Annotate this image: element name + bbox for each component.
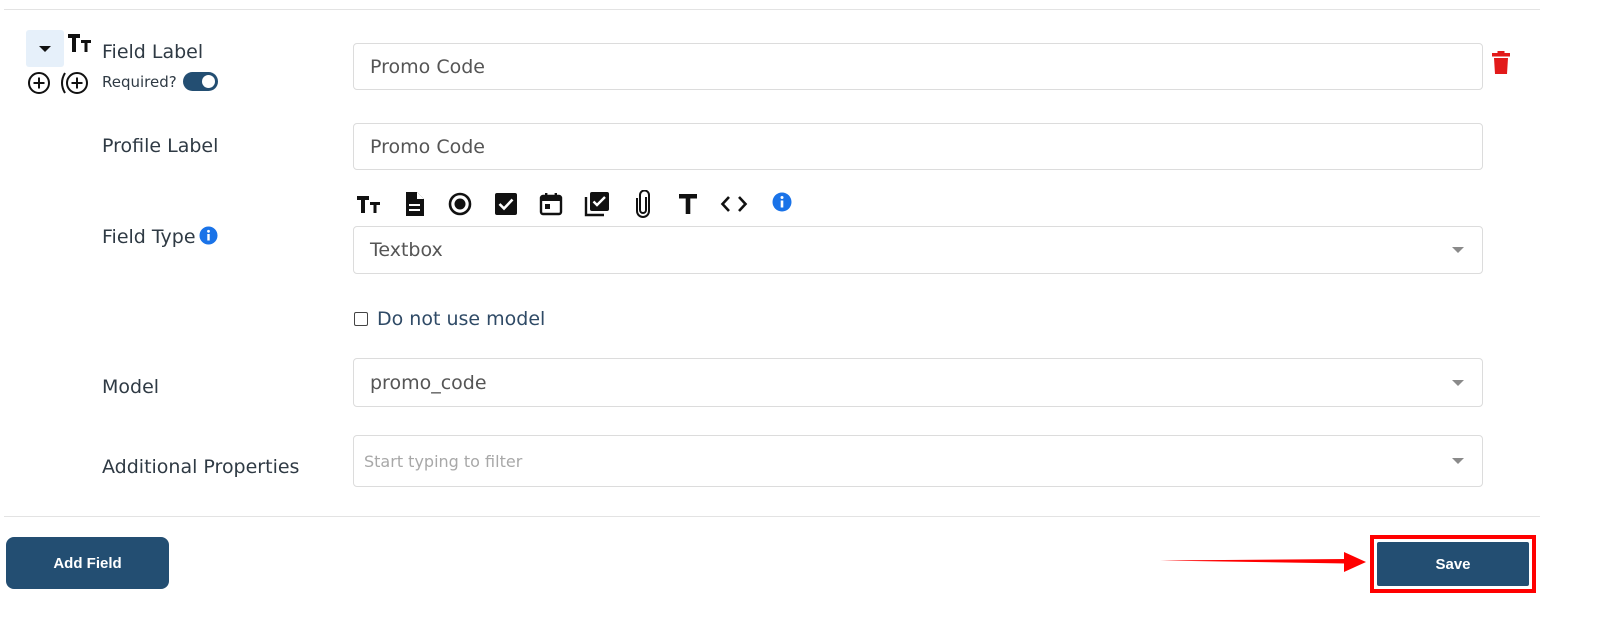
text-size-icon — [66, 30, 94, 58]
do-not-use-model-checkbox[interactable] — [354, 312, 368, 326]
profile-label: Profile Label — [102, 135, 219, 157]
profile-label-input[interactable]: Promo Code — [353, 123, 1483, 170]
field-label-value: Promo Code — [370, 55, 485, 78]
arrow-annotation — [1158, 550, 1368, 574]
text-icon[interactable] — [674, 190, 702, 218]
model-label: Model — [102, 376, 160, 398]
field-type-label: Field Type — [102, 226, 196, 248]
attachment-icon[interactable] — [629, 190, 657, 218]
add-field-button[interactable]: Add Field — [6, 537, 169, 589]
chevron-down-icon — [1452, 379, 1464, 386]
toggle-knob — [202, 75, 215, 88]
calendar-icon[interactable] — [537, 190, 565, 218]
field-type-select[interactable]: Textbox — [353, 226, 1483, 274]
caret-down-icon — [39, 45, 51, 52]
chevron-down-icon — [1452, 458, 1464, 464]
code-icon[interactable] — [720, 190, 748, 218]
do-not-use-model-label[interactable]: Do not use model — [377, 308, 545, 330]
field-label-title: Field Label — [102, 41, 204, 63]
field-type-value: Textbox — [370, 239, 443, 261]
required-label: Required? — [102, 73, 177, 91]
additional-properties-input[interactable]: Start typing to filter — [353, 435, 1483, 487]
required-toggle[interactable] — [183, 72, 218, 91]
additional-properties-label: Additional Properties — [102, 456, 300, 478]
collapse-toggle-button[interactable] — [26, 30, 64, 67]
top-divider — [4, 9, 1540, 10]
bottom-divider — [4, 516, 1540, 517]
field-type-info-icon — [199, 226, 218, 245]
document-icon[interactable] — [400, 190, 428, 218]
chevron-down-icon — [1452, 247, 1464, 253]
text-size-icon[interactable] — [355, 190, 383, 218]
checkbox-icon[interactable] — [492, 190, 520, 218]
delete-icon[interactable] — [1491, 51, 1511, 75]
info-icon[interactable] — [768, 188, 796, 216]
add-below-icon[interactable] — [27, 71, 51, 95]
model-select[interactable]: promo_code — [353, 358, 1483, 407]
additional-properties-placeholder: Start typing to filter — [364, 451, 523, 471]
profile-label-value: Promo Code — [370, 135, 485, 158]
model-value: promo_code — [370, 371, 487, 394]
add-nested-icon[interactable] — [58, 71, 90, 95]
save-button[interactable]: Save — [1377, 542, 1529, 586]
field-label-input[interactable]: Promo Code — [353, 43, 1483, 90]
radio-icon[interactable] — [446, 190, 474, 218]
checklist-icon[interactable] — [583, 190, 611, 218]
